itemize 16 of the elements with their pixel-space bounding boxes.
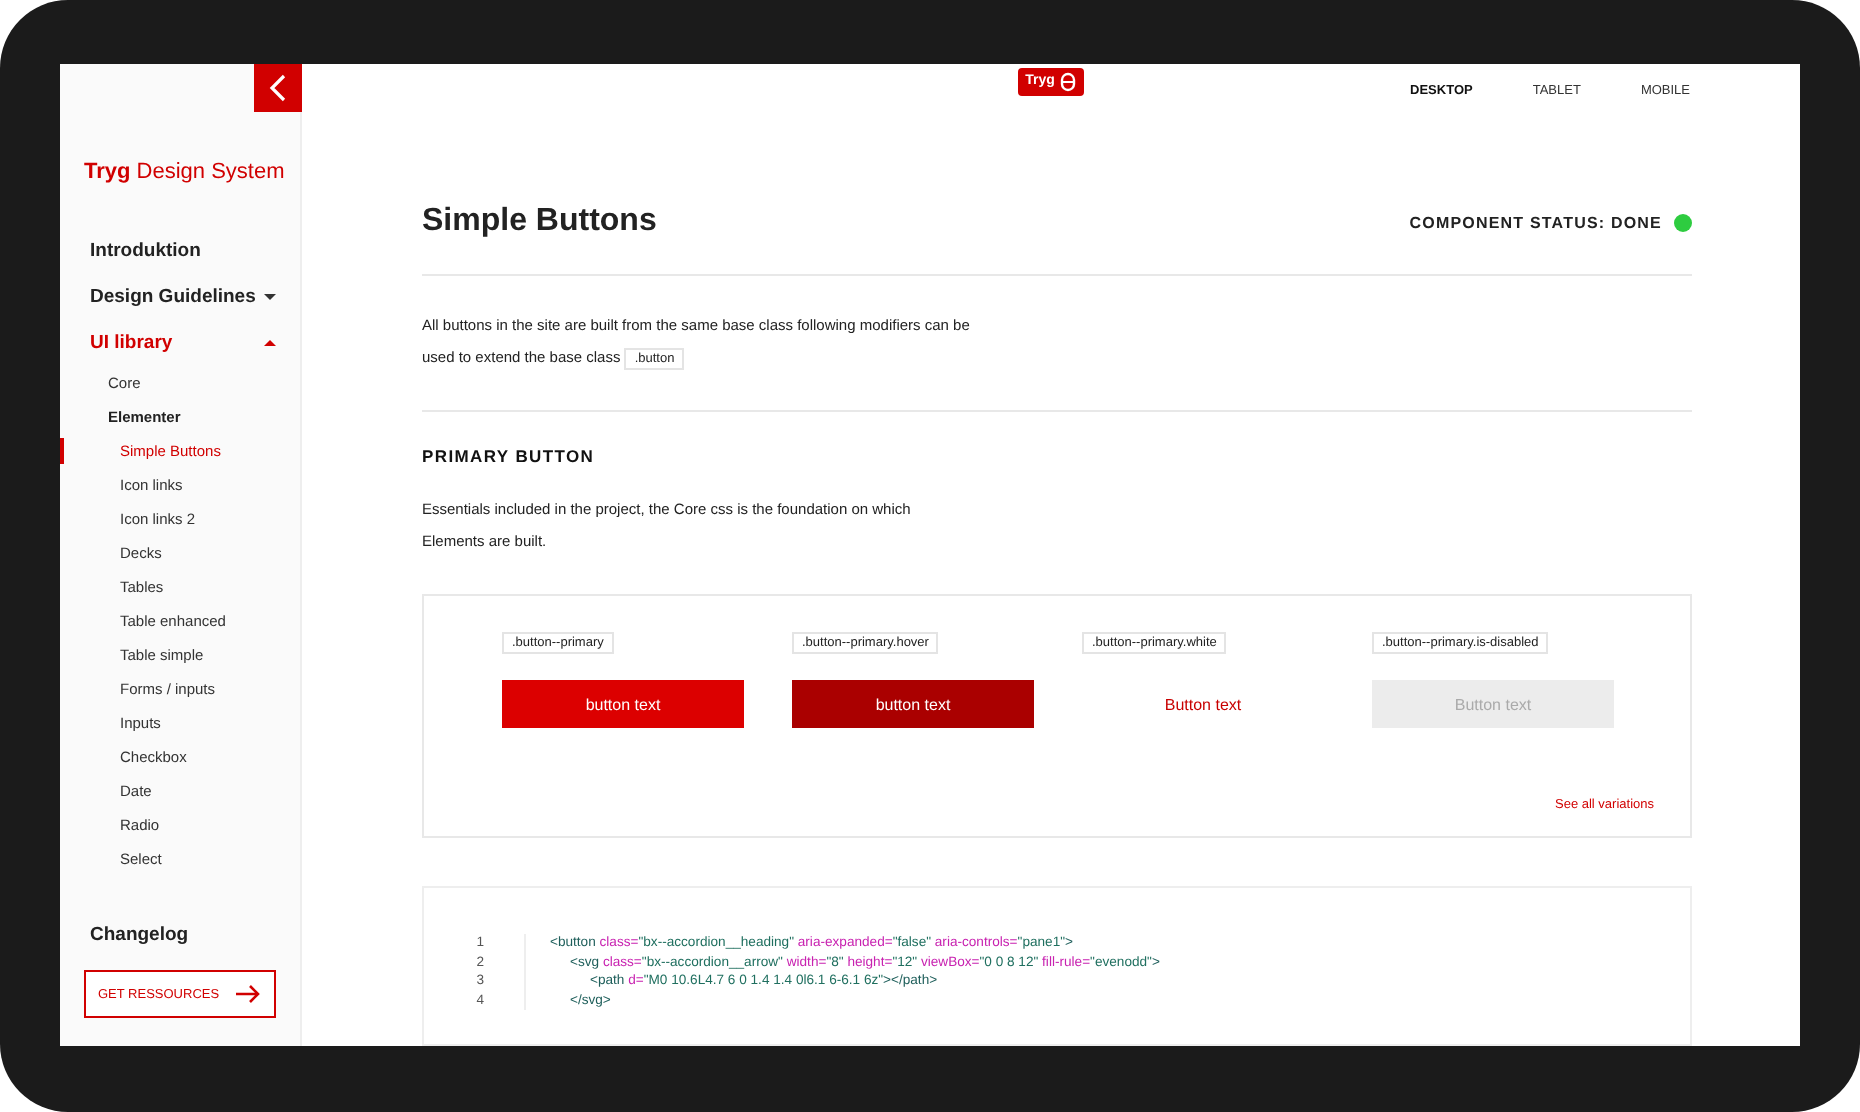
logo-mark-icon bbox=[1060, 71, 1077, 91]
chevron-left-icon bbox=[268, 74, 288, 102]
nav-item[interactable]: Changelog bbox=[60, 912, 300, 958]
section-title: PRIMARY BUTTON bbox=[422, 446, 597, 466]
arrow-right-icon bbox=[236, 984, 260, 1004]
logo[interactable]: Tryg Design System bbox=[84, 160, 300, 184]
caret-icon bbox=[264, 294, 276, 300]
nav-item[interactable]: Introduktion bbox=[60, 228, 300, 274]
nav-item[interactable]: Design Guidelines bbox=[60, 274, 300, 320]
page-title: Simple Buttons bbox=[422, 204, 657, 240]
nav-item[interactable]: UI library bbox=[60, 320, 300, 366]
collapse-button[interactable] bbox=[254, 64, 302, 112]
demo-button[interactable]: button text bbox=[502, 680, 744, 728]
status-label: COMPONENT STATUS: DONE bbox=[1409, 213, 1662, 231]
caret-icon bbox=[264, 340, 276, 346]
demo-button[interactable]: button text bbox=[792, 680, 1034, 728]
